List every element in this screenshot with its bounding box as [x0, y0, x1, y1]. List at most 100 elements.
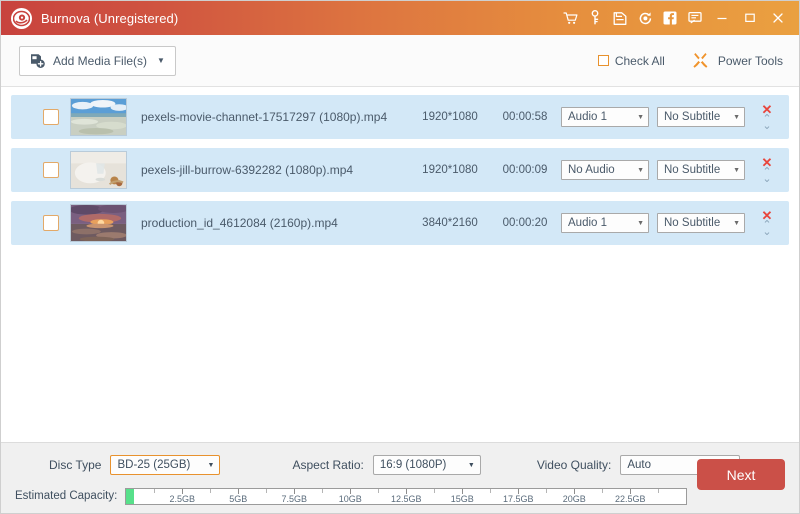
- video-quality-label: Video Quality:: [537, 458, 612, 472]
- glass-tabletop-thumbnail: [70, 151, 127, 189]
- aspect-ratio-field: Aspect Ratio: 16:9 (1080P) ▼: [292, 455, 480, 475]
- move-down-icon[interactable]: ⌄: [762, 123, 771, 130]
- file-resolution: 1920*1080: [411, 111, 489, 123]
- row-checkbox[interactable]: [43, 162, 59, 178]
- next-button[interactable]: Next: [697, 459, 785, 490]
- estimated-capacity-row: Estimated Capacity: 2.5GB5GB7.5GB10GB12.…: [15, 487, 785, 505]
- key-icon[interactable]: [583, 6, 607, 30]
- file-duration: 00:00:20: [489, 217, 561, 229]
- aspect-ratio-select[interactable]: 16:9 (1080P) ▼: [373, 455, 481, 475]
- check-all-checkbox[interactable]: [598, 55, 609, 66]
- audio-track-select[interactable]: Audio 1 ▼: [561, 213, 649, 233]
- capacity-used-fill: [126, 489, 134, 504]
- minimize-button[interactable]: [709, 6, 735, 30]
- capacity-tick-label: 17.5GB: [503, 494, 534, 504]
- power-tools-button[interactable]: Power Tools: [691, 52, 783, 70]
- capacity-tick-label: 15GB: [451, 494, 474, 504]
- reorder-handle[interactable]: ⌃ ⌄: [762, 222, 771, 236]
- audio-track-value: Audio 1: [568, 217, 607, 229]
- reorder-handle[interactable]: ⌃ ⌄: [762, 169, 771, 183]
- audio-track-value: Audio 1: [568, 111, 607, 123]
- disc-type-field: Disc Type BD-25 (25GB) ▼: [49, 455, 220, 475]
- power-tools-icon: [691, 52, 710, 70]
- capacity-tick-minor: [210, 489, 211, 493]
- power-tools-label: Power Tools: [718, 54, 783, 68]
- move-down-icon[interactable]: ⌄: [762, 176, 771, 183]
- estimated-capacity-label: Estimated Capacity:: [15, 490, 117, 502]
- file-duration: 00:00:58: [489, 111, 561, 123]
- disc-type-label: Disc Type: [49, 458, 101, 472]
- table-row[interactable]: pexels-movie-channet-17517297 (1080p).mp…: [11, 95, 789, 139]
- add-media-label: Add Media File(s): [53, 54, 147, 68]
- capacity-tick-minor: [434, 489, 435, 493]
- facebook-icon[interactable]: [658, 6, 682, 30]
- file-name: production_id_4612084 (2160p).mp4: [141, 216, 338, 230]
- chevron-down-icon: ▼: [637, 167, 644, 174]
- table-row[interactable]: pexels-jill-burrow-6392282 (1080p).mp4 1…: [11, 148, 789, 192]
- aspect-ratio-label: Aspect Ratio:: [292, 458, 363, 472]
- feedback-icon[interactable]: [683, 6, 707, 30]
- chevron-down-icon[interactable]: ▼: [157, 56, 165, 65]
- move-down-icon[interactable]: ⌄: [762, 229, 771, 236]
- file-resolution: 3840*2160: [411, 217, 489, 229]
- capacity-tick-minor: [378, 489, 379, 493]
- reorder-handle[interactable]: ⌃ ⌄: [762, 116, 771, 130]
- capacity-tick-minor: [602, 489, 603, 493]
- subtitle-value: No Subtitle: [664, 164, 720, 176]
- capacity-tick-minor: [154, 489, 155, 493]
- disc-type-value: BD-25 (25GB): [117, 459, 190, 471]
- maximize-button[interactable]: [737, 6, 763, 30]
- close-button[interactable]: [765, 6, 791, 30]
- row-actions: ✕ ⌃ ⌄: [745, 148, 789, 192]
- burnova-window: Burnova (Unregistered): [0, 0, 800, 514]
- chevron-down-icon: ▼: [733, 220, 740, 227]
- table-row[interactable]: production_id_4612084 (2160p).mp4 3840*2…: [11, 201, 789, 245]
- settings-row: Disc Type BD-25 (25GB) ▼ Aspect Ratio: 1…: [15, 454, 785, 476]
- capacity-tick-label: 5GB: [229, 494, 247, 504]
- main-toolbar: Add Media File(s) ▼ Check All Power Tool…: [1, 35, 799, 87]
- audio-track-select[interactable]: No Audio ▼: [561, 160, 649, 180]
- file-name: pexels-movie-channet-17517297 (1080p).mp…: [141, 110, 387, 124]
- chevron-down-icon: ▼: [733, 167, 740, 174]
- aspect-ratio-value: 16:9 (1080P): [380, 459, 447, 471]
- chevron-down-icon: ▼: [733, 114, 740, 121]
- disc-type-select[interactable]: BD-25 (25GB) ▼: [110, 455, 220, 475]
- video-quality-value: Auto: [627, 459, 651, 471]
- file-name: pexels-jill-burrow-6392282 (1080p).mp4: [141, 163, 353, 177]
- row-actions: ✕ ⌃ ⌄: [745, 201, 789, 245]
- beach-ocean-thumbnail: [70, 98, 127, 136]
- capacity-tick-minor: [322, 489, 323, 493]
- file-duration: 00:00:09: [489, 164, 561, 176]
- media-file-list: pexels-movie-channet-17517297 (1080p).mp…: [1, 87, 799, 442]
- capacity-tick-minor: [266, 489, 267, 493]
- add-media-files-button[interactable]: Add Media File(s) ▼: [19, 46, 176, 76]
- refresh-icon[interactable]: [633, 6, 657, 30]
- capacity-tick-label: 20GB: [563, 494, 586, 504]
- cart-icon[interactable]: [558, 6, 582, 30]
- capacity-tick-label: 10GB: [339, 494, 362, 504]
- capacity-tick-minor: [490, 489, 491, 493]
- subtitle-select[interactable]: No Subtitle ▼: [657, 160, 745, 180]
- capacity-tick-label: 12.5GB: [391, 494, 422, 504]
- bottom-settings-panel: Disc Type BD-25 (25GB) ▼ Aspect Ratio: 1…: [1, 442, 799, 513]
- row-actions: ✕ ⌃ ⌄: [745, 95, 789, 139]
- capacity-tick-label: 2.5GB: [170, 494, 196, 504]
- window-title: Burnova (Unregistered): [41, 11, 178, 26]
- subtitle-select[interactable]: No Subtitle ▼: [657, 213, 745, 233]
- add-media-icon: [29, 52, 46, 69]
- check-all-control[interactable]: Check All: [598, 54, 665, 68]
- subtitle-select[interactable]: No Subtitle ▼: [657, 107, 745, 127]
- chevron-down-icon: ▼: [637, 220, 644, 227]
- chevron-down-icon: ▼: [468, 462, 475, 469]
- row-checkbox[interactable]: [43, 215, 59, 231]
- check-all-label: Check All: [615, 54, 665, 68]
- title-bar: Burnova (Unregistered): [1, 1, 799, 35]
- capacity-tick-minor: [658, 489, 659, 493]
- audio-track-select[interactable]: Audio 1 ▼: [561, 107, 649, 127]
- subtitle-value: No Subtitle: [664, 111, 720, 123]
- audio-track-value: No Audio: [568, 164, 615, 176]
- row-checkbox[interactable]: [43, 109, 59, 125]
- subtitle-value: No Subtitle: [664, 217, 720, 229]
- file-icon[interactable]: [608, 6, 632, 30]
- titlebar-icon-group: [557, 6, 707, 30]
